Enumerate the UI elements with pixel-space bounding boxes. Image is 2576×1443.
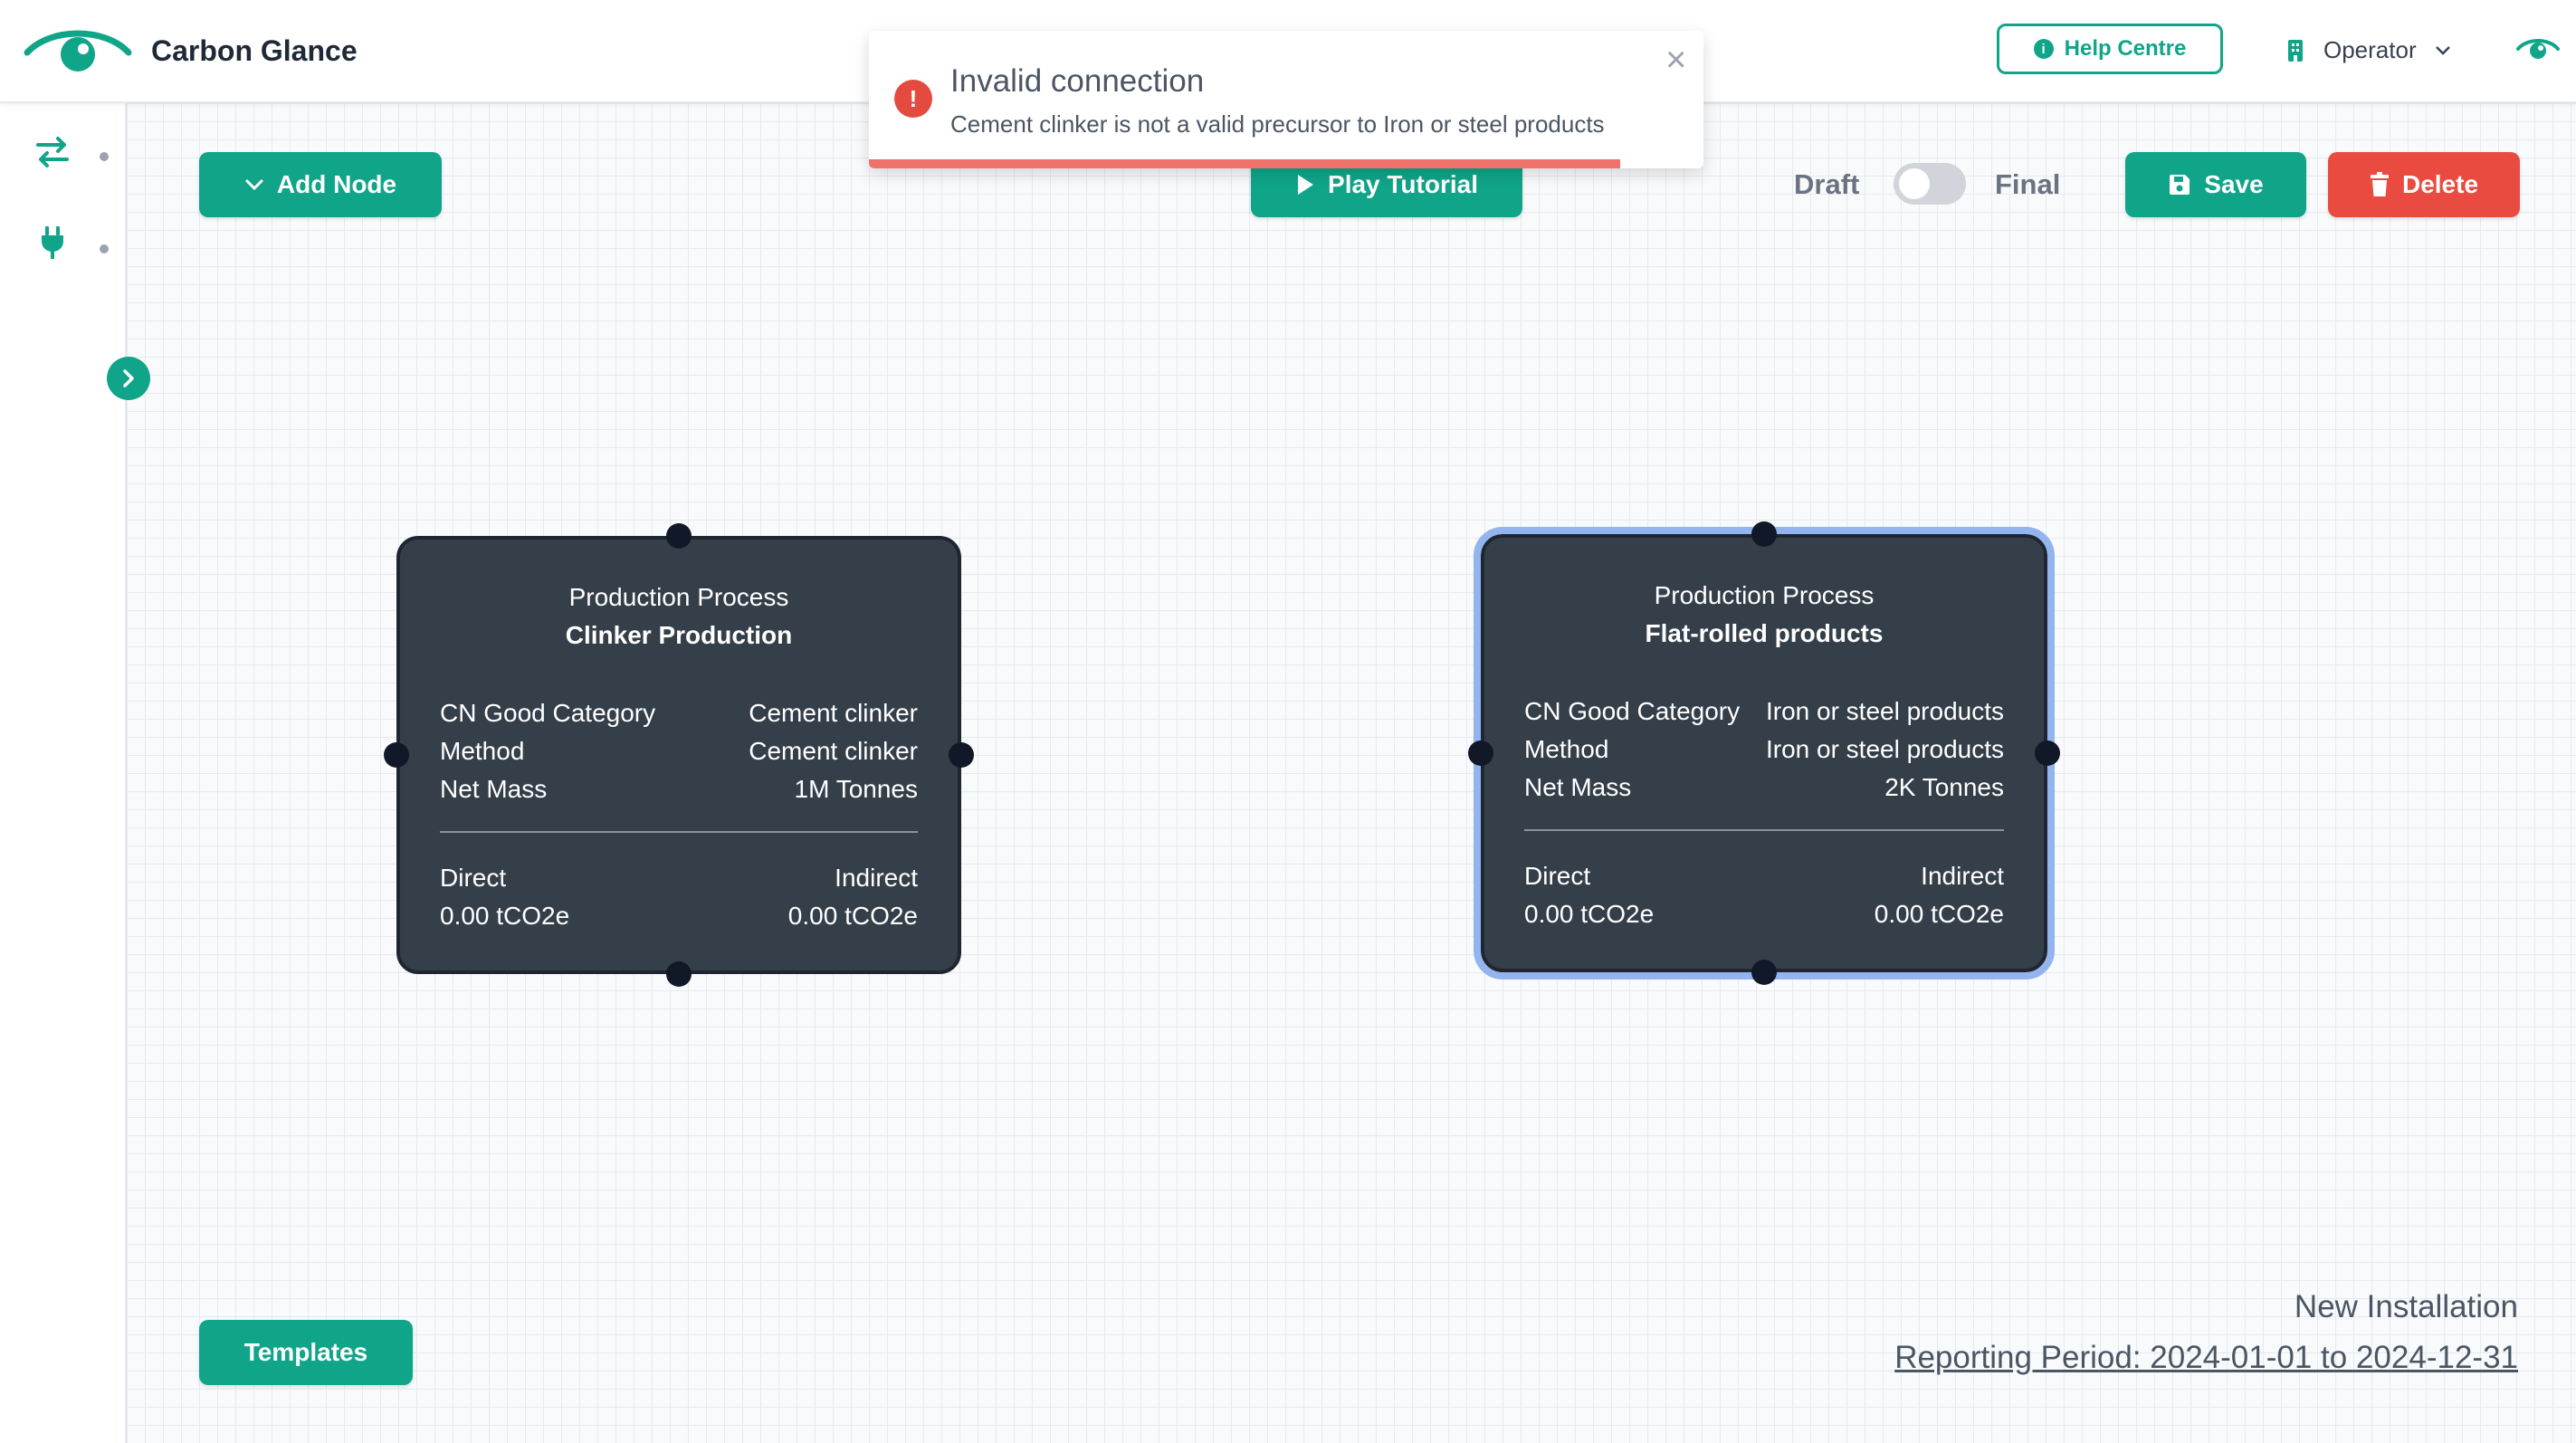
direct-label: Direct xyxy=(440,864,507,892)
floppy-disk-icon xyxy=(2170,175,2190,195)
node-emissions-labels: Direct Indirect xyxy=(440,864,918,893)
toggle-knob xyxy=(1899,168,1930,199)
left-sidebar xyxy=(0,103,127,1443)
process-node-flat-rolled[interactable]: Production Process Flat-rolled products … xyxy=(1474,527,2055,980)
templates-label: Templates xyxy=(243,1338,368,1366)
direct-label: Direct xyxy=(1524,862,1591,890)
node-handle-top[interactable] xyxy=(1751,521,1777,547)
row-value: Cement clinker xyxy=(749,699,918,727)
row-label: Net Mass xyxy=(440,775,548,803)
error-icon: ! xyxy=(894,80,932,118)
delete-button[interactable]: Delete xyxy=(2328,152,2520,217)
node-handle-right[interactable] xyxy=(949,742,974,768)
close-icon[interactable]: × xyxy=(1665,42,1686,78)
row-value: Iron or steel products xyxy=(1765,735,2004,763)
node-handle-bottom[interactable] xyxy=(666,961,692,987)
invalid-connection-toast: ! Invalid connection Cement clinker is n… xyxy=(869,31,1703,168)
node-handle-left[interactable] xyxy=(1468,741,1493,766)
sidebar-dot xyxy=(100,152,109,161)
info-icon: i xyxy=(2033,39,2054,59)
node-row-net-mass: Net Mass 1M Tonnes xyxy=(440,775,918,804)
process-node-clinker[interactable]: Production Process Clinker Production CN… xyxy=(396,536,961,974)
indirect-label: Indirect xyxy=(1921,862,2004,890)
chevron-right-icon xyxy=(123,369,134,387)
add-node-button[interactable]: Add Node xyxy=(199,152,442,217)
trash-icon xyxy=(2370,172,2389,196)
plug-icon[interactable] xyxy=(34,225,71,261)
help-centre-button[interactable]: i Help Centre xyxy=(1997,24,2223,74)
direct-value: 0.00 tCO2e xyxy=(1524,900,1655,928)
node-row-net-mass: Net Mass 2K Tonnes xyxy=(1524,773,2004,802)
toast-message: Cement clinker is not a valid precursor … xyxy=(950,110,1605,138)
node-handle-bottom[interactable] xyxy=(1751,960,1777,985)
draft-final-toggle[interactable] xyxy=(1894,163,1966,205)
eye-logo-icon[interactable] xyxy=(24,25,132,76)
row-value: 1M Tonnes xyxy=(794,775,918,803)
node-row-cn-category: CN Good Category Cement clinker xyxy=(440,699,918,728)
row-value: 2K Tonnes xyxy=(1884,773,2004,801)
final-label: Final xyxy=(1995,168,2061,200)
sidebar-dot xyxy=(100,244,109,253)
chevron-down-icon xyxy=(245,179,263,191)
play-tutorial-label: Play Tutorial xyxy=(1328,170,1478,198)
indirect-value: 0.00 tCO2e xyxy=(1874,900,2004,928)
row-value: Iron or steel products xyxy=(1765,697,2004,725)
node-emissions-labels: Direct Indirect xyxy=(1524,862,2004,891)
operator-label: Operator xyxy=(2323,36,2417,63)
node-row-method: Method Iron or steel products xyxy=(1524,735,2004,764)
reporting-period-link[interactable]: Reporting Period: 2024-01-01 to 2024-12-… xyxy=(1894,1340,2518,1376)
play-icon xyxy=(1298,175,1314,195)
row-label: CN Good Category xyxy=(440,699,656,727)
node-row-method: Method Cement clinker xyxy=(440,737,918,766)
node-divider xyxy=(1524,829,2004,831)
row-label: CN Good Category xyxy=(1524,697,1741,725)
row-label: Net Mass xyxy=(1524,773,1632,801)
installation-name: New Installation xyxy=(2294,1289,2518,1324)
node-name: Flat-rolled products xyxy=(1645,619,1884,647)
node-type-label: Production Process xyxy=(1654,581,1875,609)
building-icon xyxy=(2288,39,2303,62)
row-label: Method xyxy=(440,737,525,765)
node-handle-top[interactable] xyxy=(666,523,692,549)
delete-label: Delete xyxy=(2401,170,2479,198)
node-row-cn-category: CN Good Category Iron or steel products xyxy=(1524,697,2004,726)
help-centre-label: Help Centre xyxy=(2064,36,2187,61)
swap-arrows-icon[interactable] xyxy=(34,134,71,170)
toast-progress-bar xyxy=(869,159,1620,168)
node-emissions-values: 0.00 tCO2e 0.00 tCO2e xyxy=(440,902,918,931)
app-title: Carbon Glance xyxy=(151,34,358,67)
row-value: Cement clinker xyxy=(749,737,918,765)
save-label: Save xyxy=(2204,170,2264,198)
row-label: Method xyxy=(1524,735,1609,763)
operator-menu[interactable]: Operator xyxy=(2285,36,2451,64)
node-name: Clinker Production xyxy=(565,621,793,649)
direct-value: 0.00 tCO2e xyxy=(440,902,570,930)
node-type-label: Production Process xyxy=(568,583,789,611)
eye-icon[interactable] xyxy=(2516,36,2560,63)
node-handle-left[interactable] xyxy=(384,742,409,768)
indirect-value: 0.00 tCO2e xyxy=(787,902,918,930)
expand-sidebar-button[interactable] xyxy=(107,357,150,400)
node-handle-right[interactable] xyxy=(2035,741,2060,766)
node-divider xyxy=(440,831,918,833)
chevron-down-icon xyxy=(2435,45,2450,55)
save-button[interactable]: Save xyxy=(2125,152,2306,217)
draft-label: Draft xyxy=(1794,168,1860,200)
templates-button[interactable]: Templates xyxy=(199,1320,413,1385)
toast-title: Invalid connection xyxy=(950,63,1205,99)
node-emissions-values: 0.00 tCO2e 0.00 tCO2e xyxy=(1524,900,2004,929)
add-node-label: Add Node xyxy=(276,170,397,198)
indirect-label: Indirect xyxy=(835,864,918,892)
